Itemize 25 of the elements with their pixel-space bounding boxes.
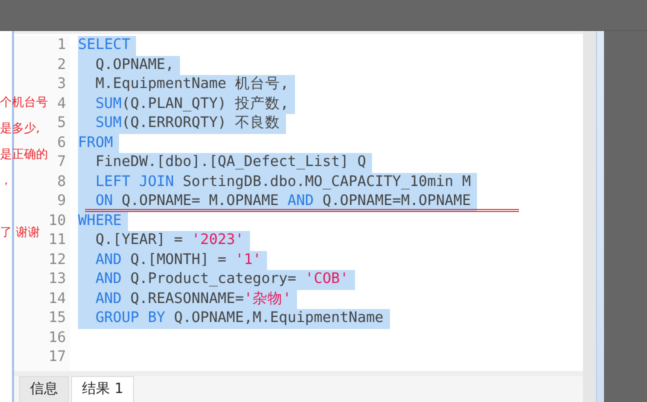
line-number: 8 [57,174,66,190]
annotation-text: 了 谢谢 [0,224,40,241]
line-number: 11 [48,232,66,248]
result-tab[interactable]: 结果 1 [71,376,134,402]
result-tab[interactable]: 信息 [19,376,69,402]
line-number: 4 [57,96,66,112]
scrollbar[interactable] [583,31,596,402]
line-number: 1 [57,37,66,53]
line-number: 14 [48,290,66,306]
line-number: 17 [48,349,66,365]
annotation-text: ， [0,172,12,189]
line-number: 7 [57,154,66,170]
line-number: 12 [48,252,66,268]
line-number: 5 [57,115,66,131]
line-number: 15 [48,310,66,326]
line-number: 3 [57,76,66,92]
annotation-text: 是多少, [0,120,40,137]
line-number: 10 [48,212,66,228]
annotation-text: 是正确的 [0,146,48,163]
line-number: 2 [57,56,66,72]
line-number: 9 [57,193,66,209]
line-number: 16 [48,330,66,346]
line-number: 13 [48,271,66,287]
annotation-text: 个机台号 [0,94,48,111]
line-number: 6 [57,134,66,150]
